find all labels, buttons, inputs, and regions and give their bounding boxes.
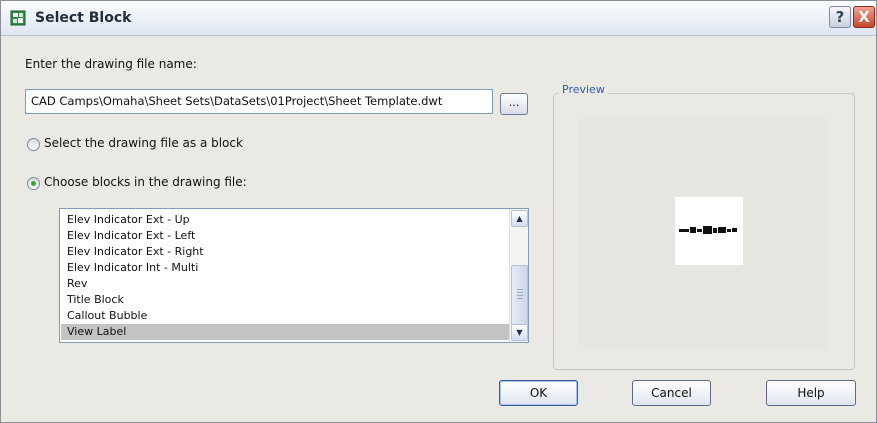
scroll-down-icon[interactable]: ▼ <box>511 324 528 341</box>
dialog-title: Select Block <box>35 10 132 26</box>
radio-selected-dot <box>31 181 36 186</box>
file-path-input[interactable]: CAD Camps\Omaha\Sheet Sets\DataSets\01Pr… <box>25 89 493 114</box>
preview-image <box>675 197 743 265</box>
choose-blocks-radio[interactable] <box>27 177 40 190</box>
list-item[interactable]: Elev Indicator Int - Multi <box>61 260 509 276</box>
list-item[interactable]: Rev <box>61 276 509 292</box>
whole-file-radio[interactable] <box>27 138 40 151</box>
scrollbar-thumb[interactable] <box>511 265 528 325</box>
help-button[interactable]: Help <box>766 380 856 406</box>
list-item[interactable]: Elev Indicator Ext - Up <box>61 212 509 228</box>
whole-file-label[interactable]: Select the drawing file as a block <box>44 136 243 150</box>
block-list-scrollbar[interactable]: ▲ ▼ <box>509 209 528 342</box>
view-label-block-graphic <box>679 226 737 234</box>
list-item[interactable]: Callout Bubble <box>61 308 509 324</box>
block-icon <box>10 10 26 26</box>
grip-icon <box>517 289 523 299</box>
ok-button[interactable]: OK <box>499 380 578 406</box>
file-name-label: Enter the drawing file name: <box>25 57 197 71</box>
preview-label: Preview <box>559 83 608 96</box>
list-item[interactable]: Elev Indicator Ext - Left <box>61 228 509 244</box>
choose-blocks-label[interactable]: Choose blocks in the drawing file: <box>44 175 247 189</box>
scroll-up-icon[interactable]: ▲ <box>511 210 528 227</box>
list-item[interactable]: Title Block <box>61 292 509 308</box>
title-help-button[interactable]: ? <box>829 6 851 28</box>
title-bar[interactable]: Select Block ? X <box>1 1 876 36</box>
close-button[interactable]: X <box>853 6 875 28</box>
block-list[interactable]: Elev Indicator Ext - Up Elev Indicator E… <box>59 208 529 343</box>
select-block-dialog: Select Block ? X Enter the drawing file … <box>0 0 877 423</box>
cancel-button[interactable]: Cancel <box>632 380 711 406</box>
browse-button[interactable]: ... <box>500 93 528 115</box>
list-item[interactable]: Elev Indicator Ext - Right <box>61 244 509 260</box>
list-item-selected[interactable]: View Label <box>61 324 509 340</box>
